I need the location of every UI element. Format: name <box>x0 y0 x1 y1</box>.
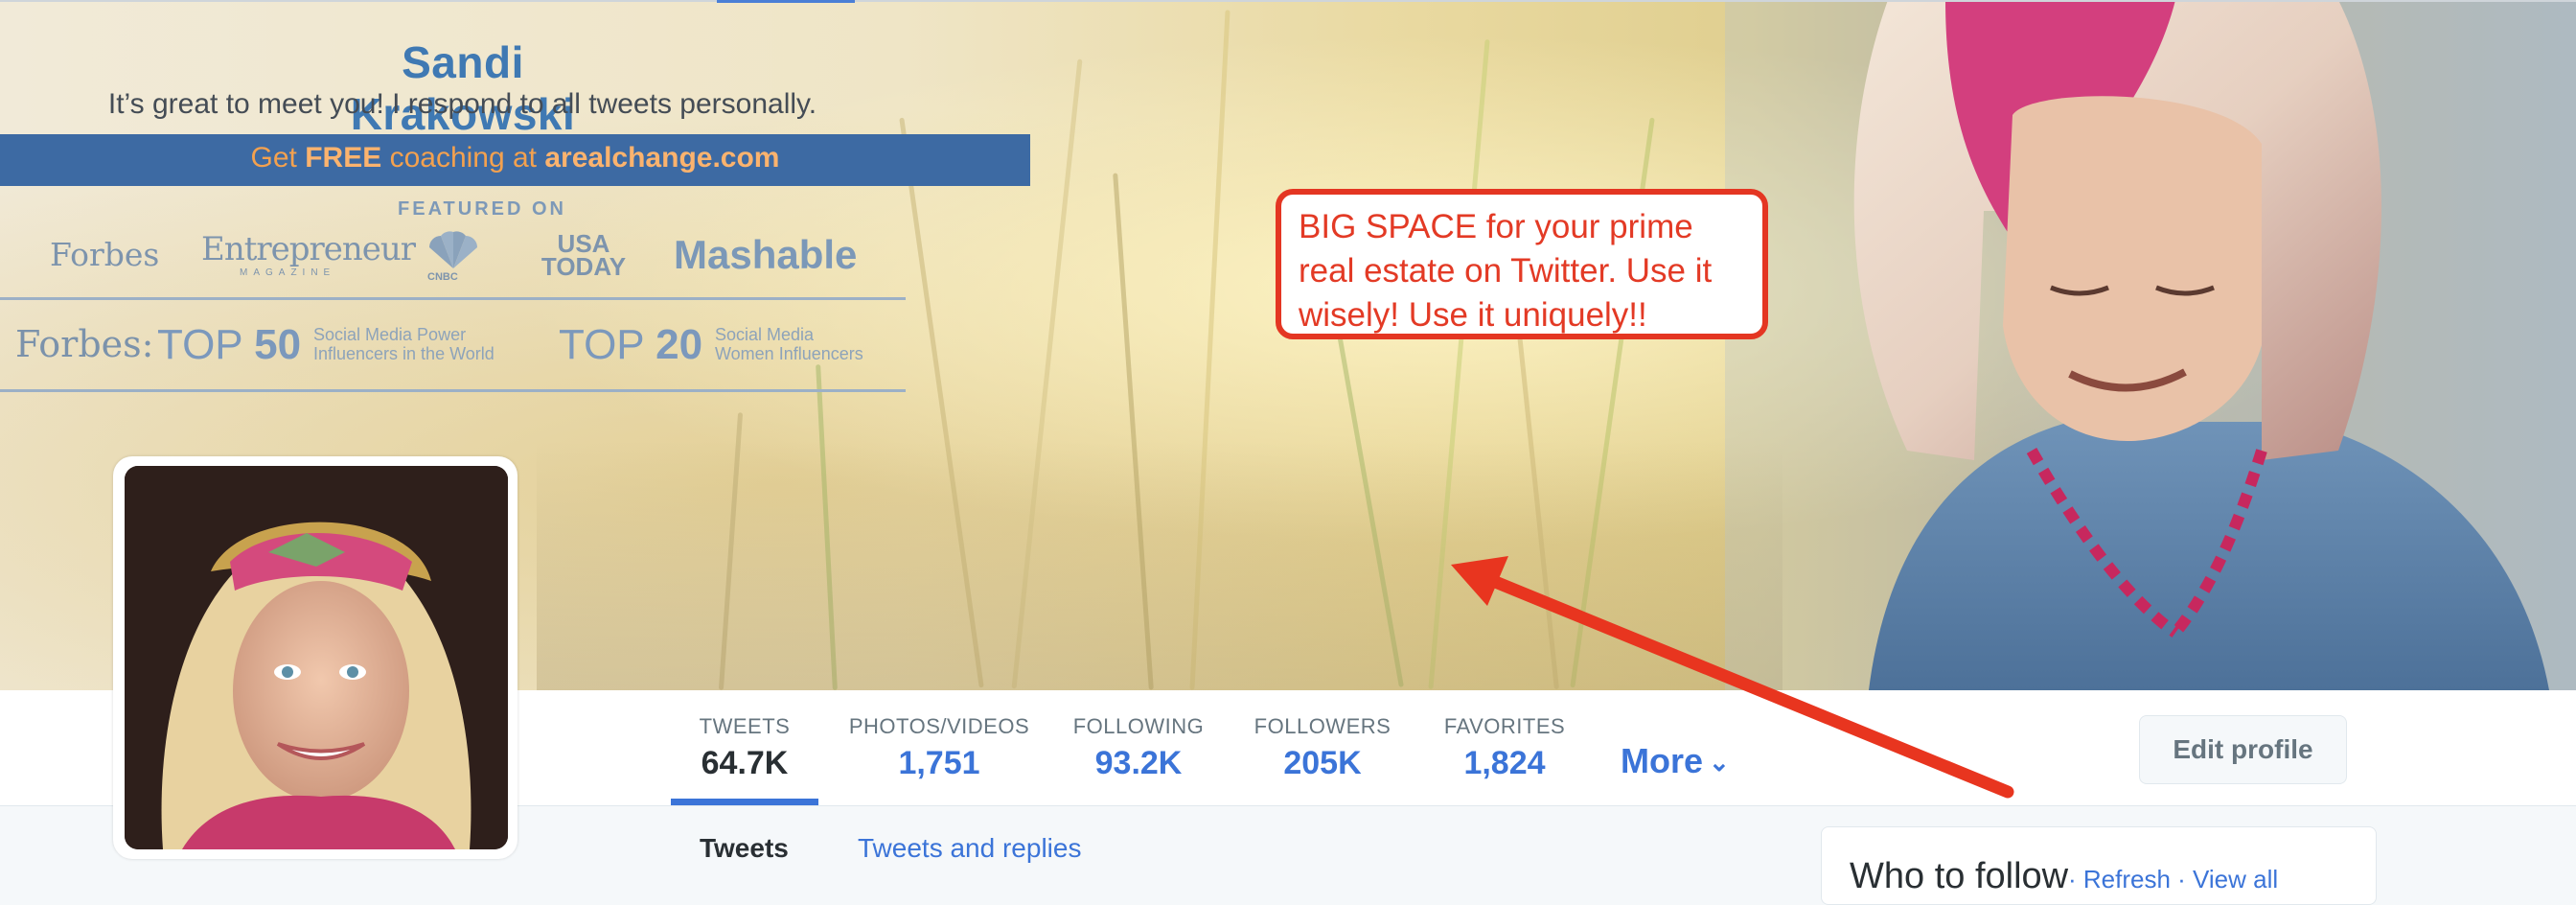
stat-label: PHOTOS/VIDEOS <box>848 714 1030 738</box>
annotation-callout: BIG SPACE for your prime real estate on … <box>1276 189 1768 339</box>
stat-label: FOLLOWERS <box>1254 714 1392 738</box>
stat-value: 1,824 <box>1463 745 1546 781</box>
banner-divider <box>0 297 906 300</box>
banner-featured-on: FEATURED ON <box>398 198 566 220</box>
forbes-award-logo: Forbes: <box>15 323 154 365</box>
banner-person-photo <box>1725 0 2576 690</box>
active-stat-underline <box>671 799 818 805</box>
banner-divider <box>0 389 906 392</box>
stat-label: FOLLOWING <box>1072 714 1205 738</box>
top50-award: TOP 50 <box>157 321 302 368</box>
stat-value: 205K <box>1283 745 1362 781</box>
avatar[interactable] <box>125 466 508 849</box>
top20-description: Social Media Women Influencers <box>715 325 863 363</box>
forbes-logo: Forbes <box>50 236 160 273</box>
stat-value: 1,751 <box>898 745 980 781</box>
banner-coaching-text: Get FREE coaching at arealchange.com <box>250 142 780 174</box>
stat-value: 93.2K <box>1094 745 1183 781</box>
stat-label: FAVORITES <box>1443 714 1566 738</box>
stat-following[interactable]: FOLLOWING 93.2K <box>1062 714 1215 782</box>
stat-value: 64.7K <box>701 745 789 781</box>
usa-today-logo: USA TODAY <box>540 229 627 281</box>
who-to-follow-title: Who to follow <box>1850 856 2069 896</box>
top50-description: Social Media Power Influencers in the Wor… <box>313 325 494 363</box>
tab-tweets[interactable]: Tweets <box>700 833 789 864</box>
banner-coaching-strip: Get FREE coaching at arealchange.com <box>0 134 1030 186</box>
stat-followers[interactable]: FOLLOWERS 205K <box>1248 714 1397 782</box>
stat-favorites[interactable]: FAVORITES 1,824 <box>1433 714 1576 782</box>
avatar-photo <box>125 466 508 849</box>
entrepreneur-logo: Entrepreneur <box>201 230 416 268</box>
grass-field <box>537 441 1782 690</box>
more-menu-button[interactable]: More ⌄ <box>1621 741 1730 781</box>
mashable-logo: Mashable <box>674 232 858 277</box>
cnbc-logo: CNBC <box>427 271 458 283</box>
top-nav-border <box>0 0 2576 2</box>
edit-profile-button[interactable]: Edit profile <box>2139 715 2347 784</box>
who-to-follow-links[interactable]: · Refresh · View all <box>2068 865 2278 894</box>
entrepreneur-logo-sub: MAGAZINE <box>240 267 336 278</box>
stat-photos-videos[interactable]: PHOTOS/VIDEOS 1,751 <box>839 714 1040 782</box>
cnbc-peacock-icon <box>429 231 477 268</box>
stat-tweets[interactable]: TWEETS 64.7K <box>671 714 818 782</box>
banner-tagline: It’s great to meet you! I respond to all… <box>107 88 817 120</box>
tab-tweets-and-replies[interactable]: Tweets and replies <box>858 833 1081 864</box>
chevron-down-icon: ⌄ <box>1709 748 1730 777</box>
top-nav-active-indicator <box>717 0 855 3</box>
stat-label: TWEETS <box>699 714 791 738</box>
top20-award: TOP 20 <box>559 321 703 368</box>
